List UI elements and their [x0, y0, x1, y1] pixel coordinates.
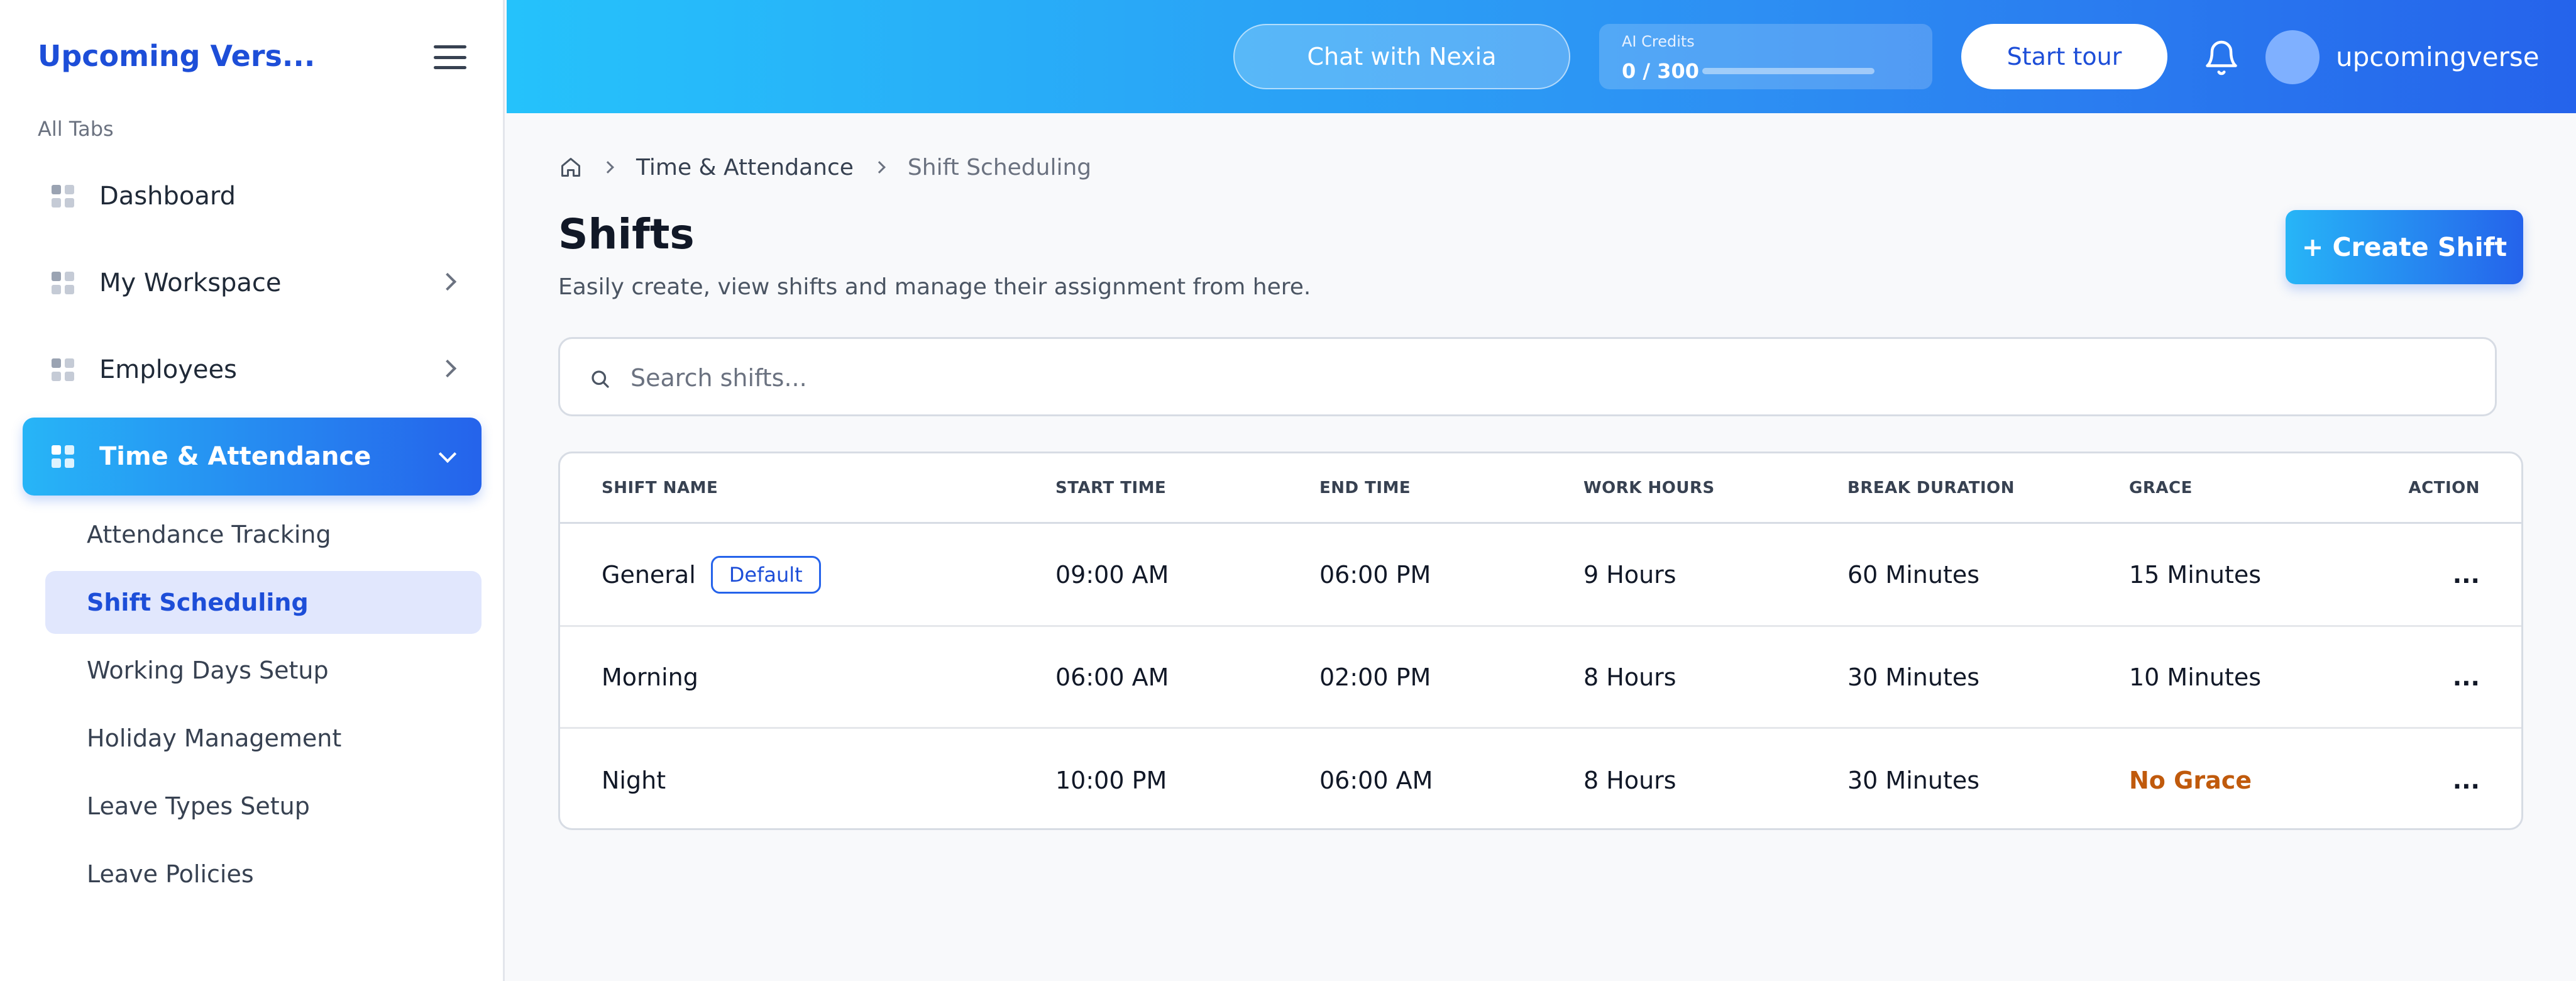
- sidebar-item-label: Dashboard: [99, 182, 236, 211]
- breadcrumb-shift-scheduling: Shift Scheduling: [907, 154, 1092, 180]
- shift-name: General: [602, 560, 696, 589]
- row-actions-button[interactable]: ...: [2453, 729, 2480, 828]
- workspace-icon: [52, 272, 74, 294]
- sub-item-leave-types-setup[interactable]: Leave Types Setup: [45, 775, 482, 838]
- username[interactable]: upcomingverse: [2336, 42, 2540, 72]
- work-hours-cell: 8 Hours: [1583, 767, 1676, 794]
- sidebar-item-employees[interactable]: Employees: [23, 331, 482, 409]
- column-header-start-time: START TIME: [1055, 478, 1167, 497]
- end-time-cell: 06:00 PM: [1319, 560, 1431, 589]
- sidebar-item-my-workspace[interactable]: My Workspace: [23, 244, 482, 322]
- sidebar-item-time-attendance[interactable]: Time & Attendance: [23, 418, 482, 496]
- chevron-right-icon: [873, 161, 886, 174]
- column-header-shift-name: SHIFT NAME: [602, 478, 718, 497]
- page-title: Shifts: [558, 210, 695, 258]
- chevron-right-icon: [438, 359, 457, 378]
- end-time-cell: 02:00 PM: [1319, 663, 1431, 691]
- search-box: [558, 337, 2497, 416]
- column-header-work-hours: WORK HOURS: [1583, 478, 1715, 497]
- sidebar-item-dashboard[interactable]: Dashboard: [23, 157, 482, 235]
- break-duration-cell: 30 Minutes: [1847, 767, 1980, 794]
- shifts-table: SHIFT NAME START TIME END TIME WORK HOUR…: [558, 452, 2523, 830]
- shift-name: Morning: [602, 663, 698, 691]
- sidebar-item-label: Employees: [99, 355, 237, 384]
- sidebar: Upcoming Vers... All Tabs Dashboard My W…: [0, 0, 505, 981]
- section-label: All Tabs: [38, 117, 114, 141]
- table-header-row: SHIFT NAME START TIME END TIME WORK HOUR…: [560, 453, 2521, 524]
- notification-bell-icon[interactable]: [2203, 39, 2240, 77]
- row-actions-button[interactable]: ...: [2453, 524, 2480, 625]
- ai-credits-progress-bar: [1702, 68, 1874, 74]
- work-hours-cell: 8 Hours: [1583, 663, 1676, 691]
- break-duration-cell: 60 Minutes: [1847, 560, 1980, 589]
- brand-name[interactable]: Upcoming Vers...: [38, 39, 315, 73]
- start-time-cell: 06:00 AM: [1055, 663, 1169, 691]
- dashboard-icon: [52, 185, 74, 208]
- table-row[interactable]: Night 10:00 PM 06:00 AM 8 Hours 30 Minut…: [560, 729, 2521, 828]
- menu-toggle-icon[interactable]: [434, 45, 466, 69]
- sub-item-working-days-setup[interactable]: Working Days Setup: [45, 639, 482, 702]
- avatar[interactable]: [2265, 30, 2320, 84]
- chevron-down-icon: [438, 445, 457, 463]
- end-time-cell: 06:00 AM: [1319, 767, 1433, 794]
- table-row[interactable]: Morning 06:00 AM 02:00 PM 8 Hours 30 Min…: [560, 627, 2521, 729]
- chevron-right-icon: [438, 272, 457, 291]
- chat-with-nexia-button[interactable]: Chat with Nexia: [1233, 24, 1570, 89]
- shift-name: Night: [602, 767, 666, 794]
- shift-name-cell: General Default: [602, 524, 821, 625]
- sidebar-item-label: My Workspace: [99, 269, 282, 297]
- column-header-break-duration: BREAK DURATION: [1847, 478, 2015, 497]
- sub-item-attendance-tracking[interactable]: Attendance Tracking: [45, 503, 482, 566]
- grace-cell: No Grace: [2129, 767, 2252, 794]
- default-badge: Default: [710, 555, 821, 594]
- sub-item-leave-policies[interactable]: Leave Policies: [45, 843, 482, 906]
- breadcrumb-time-attendance[interactable]: Time & Attendance: [636, 155, 854, 180]
- start-time-cell: 09:00 AM: [1055, 560, 1169, 589]
- start-time-cell: 10:00 PM: [1055, 767, 1167, 794]
- column-header-end-time: END TIME: [1319, 478, 1411, 497]
- sub-item-holiday-management[interactable]: Holiday Management: [45, 707, 482, 770]
- sidebar-item-label: Time & Attendance: [99, 442, 372, 471]
- create-shift-button[interactable]: + Create Shift: [2286, 210, 2523, 284]
- work-hours-cell: 9 Hours: [1583, 560, 1676, 589]
- page-subtitle: Easily create, view shifts and manage th…: [558, 274, 1311, 300]
- column-header-action: ACTION: [2408, 478, 2480, 497]
- time-attendance-icon: [52, 445, 74, 468]
- search-input[interactable]: [630, 358, 2453, 398]
- employees-icon: [52, 358, 74, 381]
- column-header-grace: GRACE: [2129, 478, 2193, 497]
- break-duration-cell: 30 Minutes: [1847, 663, 1980, 691]
- ai-credits-label: AI Credits: [1622, 33, 1695, 50]
- grace-cell: 10 Minutes: [2129, 663, 2262, 691]
- breadcrumb: Time & Attendance Shift Scheduling: [559, 153, 1091, 181]
- grace-cell: 15 Minutes: [2129, 560, 2262, 589]
- table-row[interactable]: General Default 09:00 AM 06:00 PM 9 Hour…: [560, 524, 2521, 627]
- row-actions-button[interactable]: ...: [2453, 627, 2480, 727]
- ai-credits-value: 0 / 300: [1622, 59, 1700, 83]
- top-bar: Chat with Nexia AI Credits 0 / 300 Start…: [507, 0, 2576, 113]
- sub-item-shift-scheduling[interactable]: Shift Scheduling: [45, 571, 482, 634]
- ai-credits-widget: AI Credits 0 / 300: [1599, 24, 1932, 89]
- chevron-right-icon: [602, 161, 614, 174]
- home-icon[interactable]: [559, 156, 582, 179]
- search-icon: [589, 368, 612, 391]
- start-tour-button[interactable]: Start tour: [1961, 24, 2167, 89]
